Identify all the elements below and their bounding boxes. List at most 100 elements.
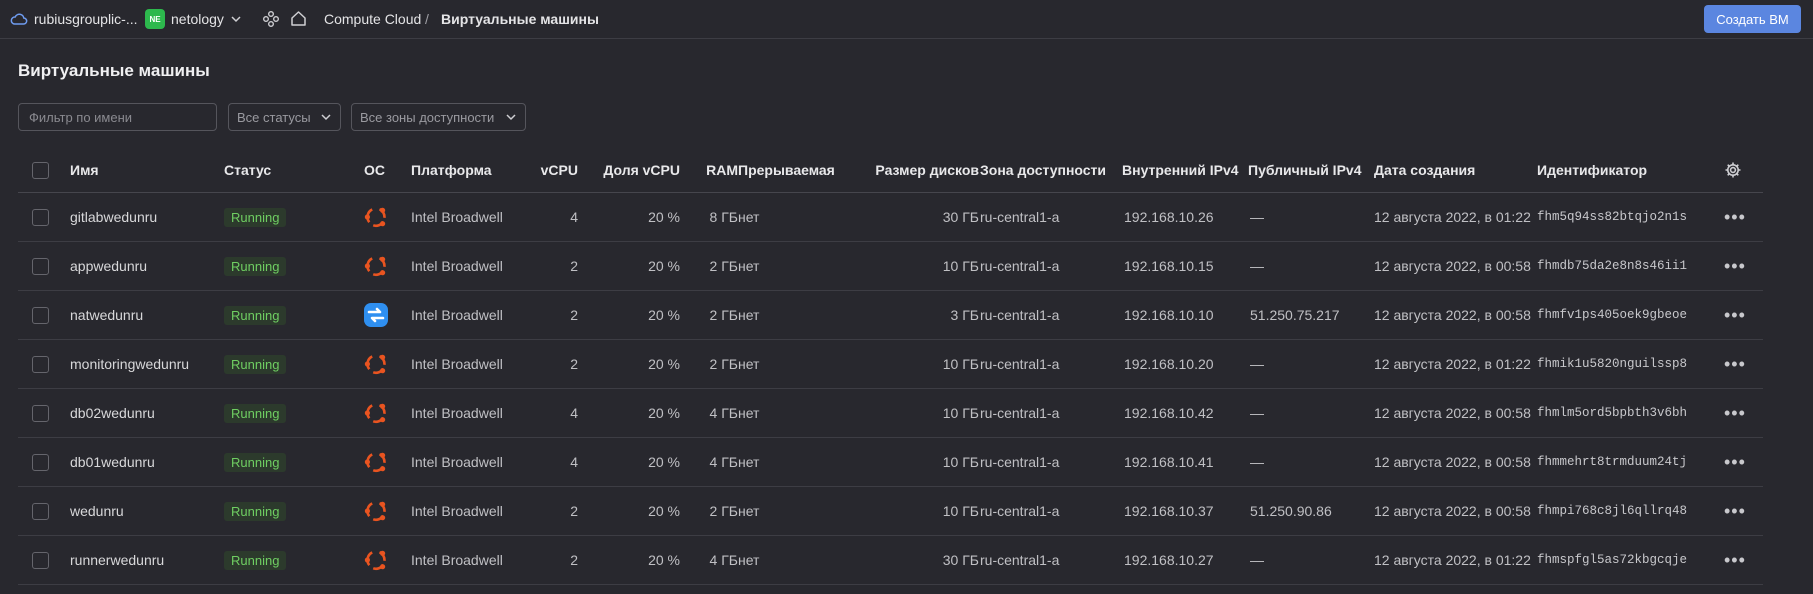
columns-settings[interactable] [1724, 148, 1742, 192]
vcpu: 4 [570, 209, 578, 225]
org-selector[interactable]: rubiusgrouplic-... [34, 11, 138, 27]
preemptible: нет [738, 307, 760, 323]
header-internal-ip[interactable]: Внутренний IPv4 [1122, 148, 1239, 192]
row-checkbox[interactable] [32, 502, 49, 520]
create-vm-button[interactable]: Создать ВМ [1704, 5, 1801, 33]
header-id[interactable]: Идентификатор [1537, 148, 1647, 192]
services-icon[interactable] [262, 10, 280, 28]
header-public-ip[interactable]: Публичный IPv4 [1248, 148, 1361, 192]
row-checkbox[interactable] [32, 306, 49, 324]
vm-name[interactable]: wedunru [70, 487, 124, 535]
status-cell: Running [224, 193, 287, 241]
header-status[interactable]: Статус [224, 148, 271, 192]
row-actions-button[interactable]: ••• [1724, 193, 1746, 241]
folder-selector[interactable]: netology [171, 11, 224, 27]
vm-table: Имя Статус ОС Платформа vCPU Доля vCPU R… [18, 148, 1763, 585]
select-all-cell [32, 148, 49, 192]
preemptible: нет [738, 209, 760, 225]
vcpu: 2 [570, 552, 578, 568]
header-disk[interactable]: Размер дисков [858, 148, 979, 192]
row-actions-button[interactable]: ••• [1724, 487, 1746, 535]
header-vcpu-share[interactable]: Доля vCPU [588, 148, 680, 192]
ram: 4 ГБ [709, 552, 738, 568]
table-row[interactable]: db02wedunru Running Intel Broadwell 4 20… [18, 389, 1763, 438]
more-icon: ••• [1724, 402, 1746, 423]
select-all-checkbox[interactable] [32, 161, 49, 179]
vm-name[interactable]: monitoringwedunru [70, 340, 189, 388]
disk-size: 30 ГБ [942, 552, 979, 568]
internal-ip: 192.168.10.26 [1124, 209, 1214, 225]
ubuntu-icon [364, 354, 386, 375]
ubuntu-icon [364, 403, 386, 424]
header-vcpu[interactable]: vCPU [518, 148, 578, 192]
platform: Intel Broadwell [411, 503, 503, 519]
row-actions-button[interactable]: ••• [1724, 291, 1746, 339]
row-actions-button[interactable]: ••• [1724, 340, 1746, 388]
row-checkbox[interactable] [32, 257, 49, 275]
name-filter-input[interactable] [18, 103, 217, 131]
row-checkbox[interactable] [32, 208, 49, 226]
vcpu-share: 20 % [648, 454, 680, 470]
disk-size: 10 ГБ [942, 503, 979, 519]
row-checkbox[interactable] [32, 404, 49, 422]
table-row[interactable]: gitlabwedunru Running Intel Broadwell 4 … [18, 193, 1763, 242]
row-actions-button[interactable]: ••• [1724, 389, 1746, 437]
header-os[interactable]: ОС [364, 148, 385, 192]
home-icon[interactable] [289, 9, 308, 28]
public-ip: — [1250, 209, 1264, 225]
vm-name[interactable]: runnerwedunru [70, 536, 164, 584]
vm-name[interactable]: db02wedunru [70, 389, 155, 437]
row-checkbox[interactable] [32, 355, 49, 373]
more-icon: ••• [1724, 255, 1746, 276]
header-created[interactable]: Дата создания [1374, 148, 1475, 192]
disk-size: 10 ГБ [942, 258, 979, 274]
table-row[interactable]: appwedunru Running Intel Broadwell 2 20 … [18, 242, 1763, 291]
row-checkbox[interactable] [32, 453, 49, 471]
vm-name[interactable]: natwedunru [70, 291, 143, 339]
table-row[interactable]: db01wedunru Running Intel Broadwell 4 20… [18, 438, 1763, 487]
header-ram[interactable]: RAM [688, 148, 738, 192]
ram: 2 ГБ [709, 307, 738, 323]
zone: ru-central1-a [980, 552, 1060, 568]
breadcrumb-separator: / [425, 11, 429, 27]
platform: Intel Broadwell [411, 454, 503, 470]
row-checkbox[interactable] [32, 551, 49, 569]
row-actions-button[interactable]: ••• [1724, 536, 1746, 584]
vm-name[interactable]: appwedunru [70, 242, 147, 290]
table-row[interactable]: runnerwedunru Running Intel Broadwell 2 … [18, 536, 1763, 585]
platform: Intel Broadwell [411, 405, 503, 421]
more-icon: ••• [1724, 304, 1746, 325]
header-name[interactable]: Имя [70, 148, 99, 192]
table-row[interactable]: wedunru Running Intel Broadwell 2 20 % 2… [18, 487, 1763, 536]
status-cell: Running [224, 487, 287, 535]
chevron-down-icon[interactable] [230, 13, 242, 25]
row-select-cell [32, 487, 49, 535]
table-row[interactable]: natwedunru Running Intel Broadwell 2 20 … [18, 291, 1763, 340]
zone: ru-central1-a [980, 405, 1060, 421]
vm-name[interactable]: gitlabwedunru [70, 193, 157, 241]
row-select-cell [32, 242, 49, 290]
header-platform[interactable]: Платформа [411, 148, 492, 192]
row-actions-button[interactable]: ••• [1724, 242, 1746, 290]
header-zone[interactable]: Зона доступности [980, 148, 1106, 192]
status-select[interactable]: Все статусы [228, 103, 341, 131]
header-preemptible[interactable]: Прерываемая [738, 148, 835, 192]
breadcrumb-compute-cloud[interactable]: Compute Cloud [324, 11, 421, 27]
ubuntu-icon [364, 256, 386, 277]
table-row[interactable]: monitoringwedunru Running Intel Broadwel… [18, 340, 1763, 389]
platform: Intel Broadwell [411, 356, 503, 372]
ubuntu-icon [364, 452, 386, 473]
vm-name[interactable]: db01wedunru [70, 438, 155, 486]
vcpu-share: 20 % [648, 356, 680, 372]
os-cell [363, 340, 389, 388]
row-actions-button[interactable]: ••• [1724, 438, 1746, 486]
vm-id: fhmmehrt8trmduum24tj [1537, 455, 1688, 469]
status-cell: Running [224, 291, 287, 339]
folder-badge: NE [145, 9, 165, 29]
zone-select[interactable]: Все зоны доступности [351, 103, 526, 131]
vcpu-share: 20 % [648, 258, 680, 274]
platform: Intel Broadwell [411, 552, 503, 568]
ram: 2 ГБ [709, 503, 738, 519]
gear-icon [1725, 162, 1741, 178]
cloud-icon[interactable] [10, 11, 28, 27]
